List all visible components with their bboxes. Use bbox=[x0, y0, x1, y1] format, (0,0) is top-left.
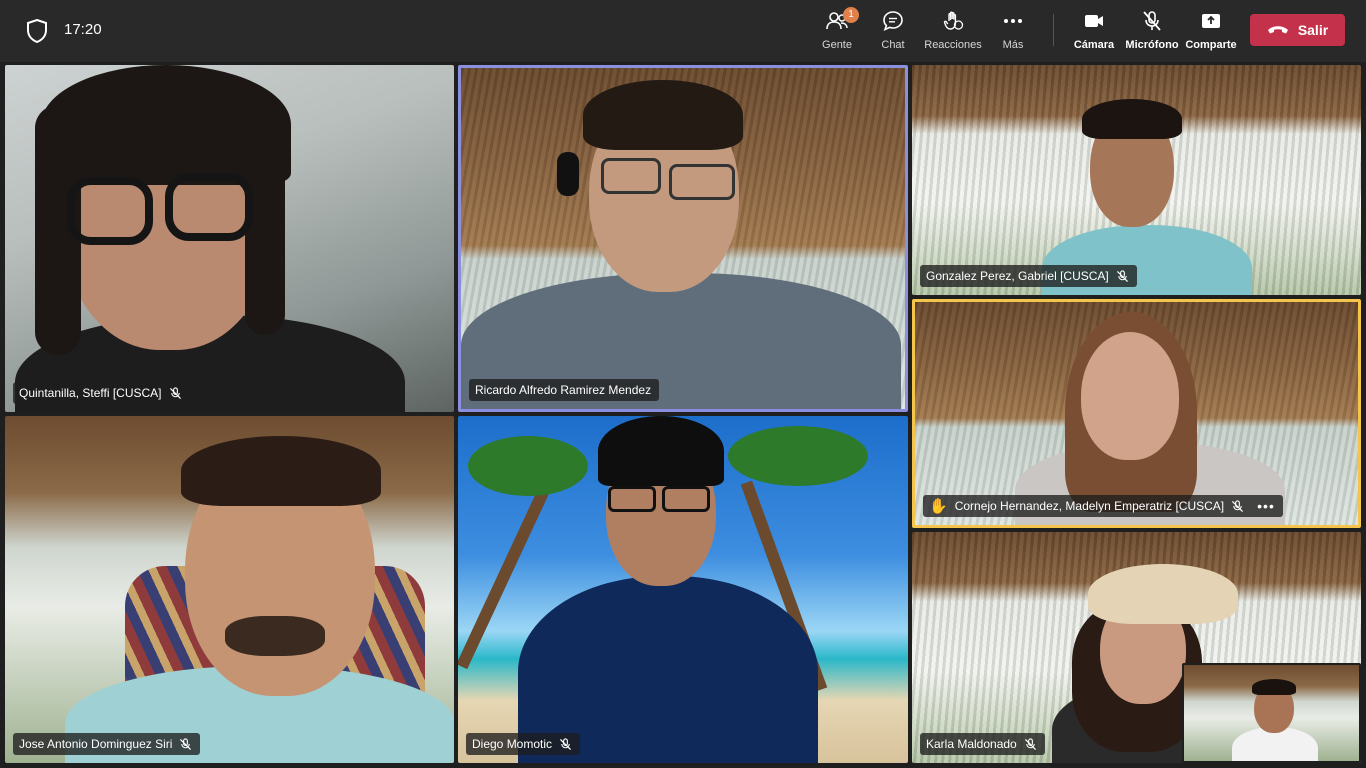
share-button[interactable]: Comparte bbox=[1176, 10, 1246, 54]
participant-name-tag: Ricardo Alfredo Ramirez Mendez bbox=[469, 379, 660, 401]
people-count-badge: 1 bbox=[843, 7, 859, 23]
participant-name: Jose Antonio Dominguez Siri bbox=[19, 737, 173, 751]
meeting-timer: 17:20 bbox=[64, 21, 102, 38]
mic-off-icon bbox=[169, 386, 181, 399]
leave-button[interactable]: Salir bbox=[1250, 14, 1345, 46]
participant-tile[interactable]: Quintanilla, Steffi [CUSCA] bbox=[5, 65, 454, 412]
more-dots-icon bbox=[1004, 19, 1022, 23]
phone-hangup-icon bbox=[1267, 26, 1288, 34]
participant-name-tag: Jose Antonio Dominguez Siri bbox=[13, 733, 201, 755]
shield-icon[interactable] bbox=[26, 19, 48, 43]
participant-tile[interactable]: Gonzalez Perez, Gabriel [CUSCA] bbox=[912, 65, 1361, 295]
meeting-toolbar: 17:20 1 Gente Chat Reacciones Más Cámara… bbox=[0, 0, 1366, 62]
participant-tile-active-speaker[interactable]: Ricardo Alfredo Ramirez Mendez bbox=[458, 65, 908, 412]
participant-name-tag: ✋ Cornejo Hernandez, Madelyn Emperatriz … bbox=[923, 495, 1283, 517]
camera-icon bbox=[1085, 15, 1103, 27]
mic-off-icon bbox=[180, 737, 192, 750]
leave-label: Salir bbox=[1297, 22, 1329, 38]
self-view-video[interactable] bbox=[1182, 663, 1361, 763]
participant-name: Ricardo Alfredo Ramirez Mendez bbox=[475, 383, 652, 397]
more-label: Más bbox=[1002, 39, 1024, 51]
mic-off-icon bbox=[1024, 737, 1036, 750]
participant-name: Gonzalez Perez, Gabriel [CUSCA] bbox=[926, 269, 1109, 283]
participant-name: Quintanilla, Steffi [CUSCA] bbox=[19, 386, 162, 400]
share-label: Comparte bbox=[1185, 39, 1237, 51]
participant-tile[interactable]: Jose Antonio Dominguez Siri bbox=[5, 416, 454, 763]
mic-off-icon bbox=[1232, 499, 1244, 512]
participant-tile[interactable]: Diego Momotic bbox=[458, 416, 908, 763]
more-options-icon[interactable]: ••• bbox=[1257, 498, 1275, 514]
mic-off-icon bbox=[1116, 269, 1128, 282]
participant-name-tag: Quintanilla, Steffi [CUSCA] bbox=[13, 382, 190, 404]
participant-name: Karla Maldonado bbox=[926, 737, 1017, 751]
toolbar-divider bbox=[1053, 14, 1054, 46]
share-icon bbox=[1202, 14, 1220, 28]
raised-hand-icon: ✋ bbox=[929, 497, 948, 515]
hand-icon bbox=[943, 11, 964, 30]
more-button[interactable]: Más bbox=[978, 10, 1048, 54]
participant-tile-hand-raised[interactable]: ✋ Cornejo Hernandez, Madelyn Emperatriz … bbox=[912, 299, 1361, 528]
participant-name-tag: Diego Momotic bbox=[466, 733, 581, 755]
participant-name: Cornejo Hernandez, Madelyn Emperatriz [C… bbox=[954, 499, 1225, 513]
mic-off-icon bbox=[559, 737, 572, 750]
participant-name-tag: Gonzalez Perez, Gabriel [CUSCA] bbox=[920, 265, 1137, 287]
mic-off-icon bbox=[1143, 11, 1161, 31]
participant-name: Diego Momotic bbox=[472, 737, 553, 751]
chat-icon bbox=[883, 11, 903, 31]
participant-name-tag: Karla Maldonado bbox=[920, 733, 1045, 755]
